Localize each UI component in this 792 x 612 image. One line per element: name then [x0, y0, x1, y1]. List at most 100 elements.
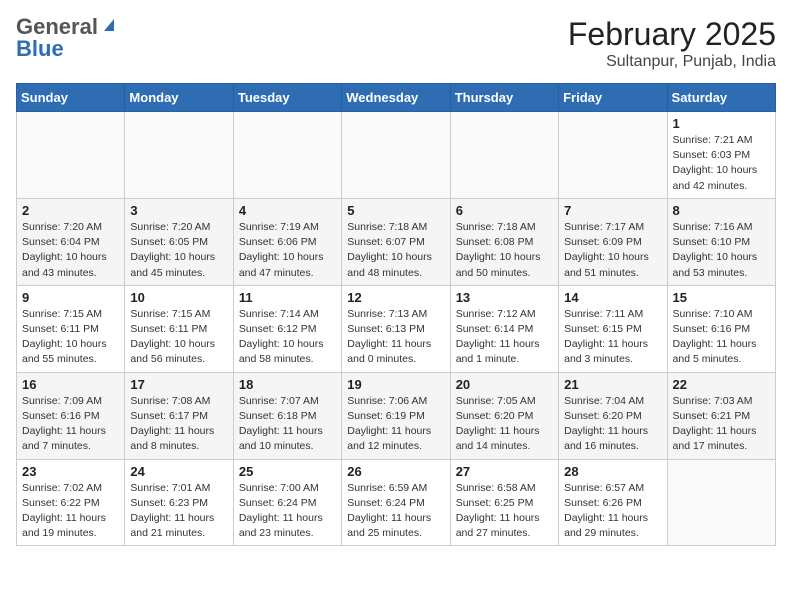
day-info: Sunrise: 7:18 AM Sunset: 6:08 PM Dayligh… — [456, 220, 553, 281]
day-number: 13 — [456, 290, 553, 305]
day-number: 18 — [239, 377, 336, 392]
day-info: Sunrise: 7:00 AM Sunset: 6:24 PM Dayligh… — [239, 481, 336, 542]
logo-general: General — [16, 16, 98, 38]
day-info: Sunrise: 7:07 AM Sunset: 6:18 PM Dayligh… — [239, 394, 336, 455]
day-cell: 26 Sunrise: 6:59 AM Sunset: 6:24 PM Dayli… — [342, 459, 450, 546]
week-row-4: 16 Sunrise: 7:09 AM Sunset: 6:16 PM Dayli… — [17, 372, 776, 459]
calendar-table: SundayMondayTuesdayWednesdayThursdayFrid… — [16, 83, 776, 546]
day-info: Sunrise: 7:02 AM Sunset: 6:22 PM Dayligh… — [22, 481, 119, 542]
day-cell: 2 Sunrise: 7:20 AM Sunset: 6:04 PM Daylig… — [17, 198, 125, 285]
day-info: Sunrise: 7:09 AM Sunset: 6:16 PM Dayligh… — [22, 394, 119, 455]
day-cell: 3 Sunrise: 7:20 AM Sunset: 6:05 PM Daylig… — [125, 198, 233, 285]
day-cell: 27 Sunrise: 6:58 AM Sunset: 6:25 PM Dayli… — [450, 459, 558, 546]
day-cell — [667, 459, 775, 546]
title-area: February 2025 Sultanpur, Punjab, India — [568, 16, 776, 71]
calendar-title: February 2025 — [568, 16, 776, 53]
day-info: Sunrise: 6:58 AM Sunset: 6:25 PM Dayligh… — [456, 481, 553, 542]
day-cell: 28Sunrise: 6:57 AM Sunset: 6:26 PM Dayli… — [559, 459, 667, 546]
day-info: Sunrise: 7:17 AM Sunset: 6:09 PM Dayligh… — [564, 220, 661, 281]
day-info: Sunrise: 7:20 AM Sunset: 6:04 PM Dayligh… — [22, 220, 119, 281]
day-cell: 22 Sunrise: 7:03 AM Sunset: 6:21 PM Dayli… — [667, 372, 775, 459]
logo: General Blue — [16, 16, 116, 60]
day-number: 11 — [239, 290, 336, 305]
weekday-header-tuesday: Tuesday — [233, 84, 341, 112]
week-row-3: 9 Sunrise: 7:15 AM Sunset: 6:11 PM Daylig… — [17, 285, 776, 372]
day-cell — [559, 112, 667, 199]
day-cell: 21 Sunrise: 7:04 AM Sunset: 6:20 PM Dayli… — [559, 372, 667, 459]
day-number: 21 — [564, 377, 661, 392]
day-cell — [450, 112, 558, 199]
day-info: Sunrise: 7:20 AM Sunset: 6:05 PM Dayligh… — [130, 220, 227, 281]
day-info: Sunrise: 7:05 AM Sunset: 6:20 PM Dayligh… — [456, 394, 553, 455]
day-info: Sunrise: 6:59 AM Sunset: 6:24 PM Dayligh… — [347, 481, 444, 542]
day-number: 9 — [22, 290, 119, 305]
day-cell: 12 Sunrise: 7:13 AM Sunset: 6:13 PM Dayli… — [342, 285, 450, 372]
weekday-header-friday: Friday — [559, 84, 667, 112]
day-cell: 13Sunrise: 7:12 AM Sunset: 6:14 PM Dayli… — [450, 285, 558, 372]
day-info: Sunrise: 7:16 AM Sunset: 6:10 PM Dayligh… — [673, 220, 770, 281]
weekday-header-row: SundayMondayTuesdayWednesdayThursdayFrid… — [17, 84, 776, 112]
day-number: 16 — [22, 377, 119, 392]
day-cell: 6 Sunrise: 7:18 AM Sunset: 6:08 PM Daylig… — [450, 198, 558, 285]
day-info: Sunrise: 7:06 AM Sunset: 6:19 PM Dayligh… — [347, 394, 444, 455]
weekday-header-sunday: Sunday — [17, 84, 125, 112]
day-info: Sunrise: 7:03 AM Sunset: 6:21 PM Dayligh… — [673, 394, 770, 455]
weekday-header-wednesday: Wednesday — [342, 84, 450, 112]
day-info: Sunrise: 7:13 AM Sunset: 6:13 PM Dayligh… — [347, 307, 444, 368]
day-number: 27 — [456, 464, 553, 479]
day-cell — [233, 112, 341, 199]
day-number: 6 — [456, 203, 553, 218]
day-cell: 4Sunrise: 7:19 AM Sunset: 6:06 PM Daylig… — [233, 198, 341, 285]
weekday-header-saturday: Saturday — [667, 84, 775, 112]
day-info: Sunrise: 7:18 AM Sunset: 6:07 PM Dayligh… — [347, 220, 444, 281]
day-cell: 15 Sunrise: 7:10 AM Sunset: 6:16 PM Dayli… — [667, 285, 775, 372]
day-cell — [342, 112, 450, 199]
day-number: 12 — [347, 290, 444, 305]
day-number: 7 — [564, 203, 661, 218]
week-row-5: 23 Sunrise: 7:02 AM Sunset: 6:22 PM Dayli… — [17, 459, 776, 546]
day-cell: 20 Sunrise: 7:05 AM Sunset: 6:20 PM Dayli… — [450, 372, 558, 459]
day-info: Sunrise: 7:14 AM Sunset: 6:12 PM Dayligh… — [239, 307, 336, 368]
day-cell: 7 Sunrise: 7:17 AM Sunset: 6:09 PM Daylig… — [559, 198, 667, 285]
day-cell: 17 Sunrise: 7:08 AM Sunset: 6:17 PM Dayli… — [125, 372, 233, 459]
day-cell: 24 Sunrise: 7:01 AM Sunset: 6:23 PM Dayli… — [125, 459, 233, 546]
day-number: 28 — [564, 464, 661, 479]
day-number: 15 — [673, 290, 770, 305]
day-info: Sunrise: 7:04 AM Sunset: 6:20 PM Dayligh… — [564, 394, 661, 455]
logo-icon — [100, 17, 116, 33]
day-cell: 25 Sunrise: 7:00 AM Sunset: 6:24 PM Dayli… — [233, 459, 341, 546]
day-number: 19 — [347, 377, 444, 392]
day-cell: 23 Sunrise: 7:02 AM Sunset: 6:22 PM Dayli… — [17, 459, 125, 546]
day-number: 14 — [564, 290, 661, 305]
week-row-1: 1Sunrise: 7:21 AM Sunset: 6:03 PM Daylig… — [17, 112, 776, 199]
logo-blue: Blue — [16, 38, 64, 60]
week-row-2: 2 Sunrise: 7:20 AM Sunset: 6:04 PM Daylig… — [17, 198, 776, 285]
day-number: 20 — [456, 377, 553, 392]
weekday-header-thursday: Thursday — [450, 84, 558, 112]
day-cell: 1Sunrise: 7:21 AM Sunset: 6:03 PM Daylig… — [667, 112, 775, 199]
day-number: 17 — [130, 377, 227, 392]
day-number: 8 — [673, 203, 770, 218]
day-info: Sunrise: 7:15 AM Sunset: 6:11 PM Dayligh… — [22, 307, 119, 368]
day-info: Sunrise: 7:01 AM Sunset: 6:23 PM Dayligh… — [130, 481, 227, 542]
day-cell — [17, 112, 125, 199]
day-cell: 11 Sunrise: 7:14 AM Sunset: 6:12 PM Dayli… — [233, 285, 341, 372]
day-info: Sunrise: 7:08 AM Sunset: 6:17 PM Dayligh… — [130, 394, 227, 455]
day-info: Sunrise: 7:15 AM Sunset: 6:11 PM Dayligh… — [130, 307, 227, 368]
day-number: 25 — [239, 464, 336, 479]
day-number: 3 — [130, 203, 227, 218]
day-number: 26 — [347, 464, 444, 479]
day-info: Sunrise: 7:10 AM Sunset: 6:16 PM Dayligh… — [673, 307, 770, 368]
day-number: 23 — [22, 464, 119, 479]
day-number: 2 — [22, 203, 119, 218]
day-cell: 5 Sunrise: 7:18 AM Sunset: 6:07 PM Daylig… — [342, 198, 450, 285]
day-number: 22 — [673, 377, 770, 392]
day-number: 5 — [347, 203, 444, 218]
day-cell: 10Sunrise: 7:15 AM Sunset: 6:11 PM Dayli… — [125, 285, 233, 372]
day-number: 1 — [673, 116, 770, 131]
day-cell: 19 Sunrise: 7:06 AM Sunset: 6:19 PM Dayli… — [342, 372, 450, 459]
day-cell — [125, 112, 233, 199]
weekday-header-monday: Monday — [125, 84, 233, 112]
page-header: General Blue February 2025 Sultanpur, Pu… — [16, 16, 776, 71]
day-number: 24 — [130, 464, 227, 479]
